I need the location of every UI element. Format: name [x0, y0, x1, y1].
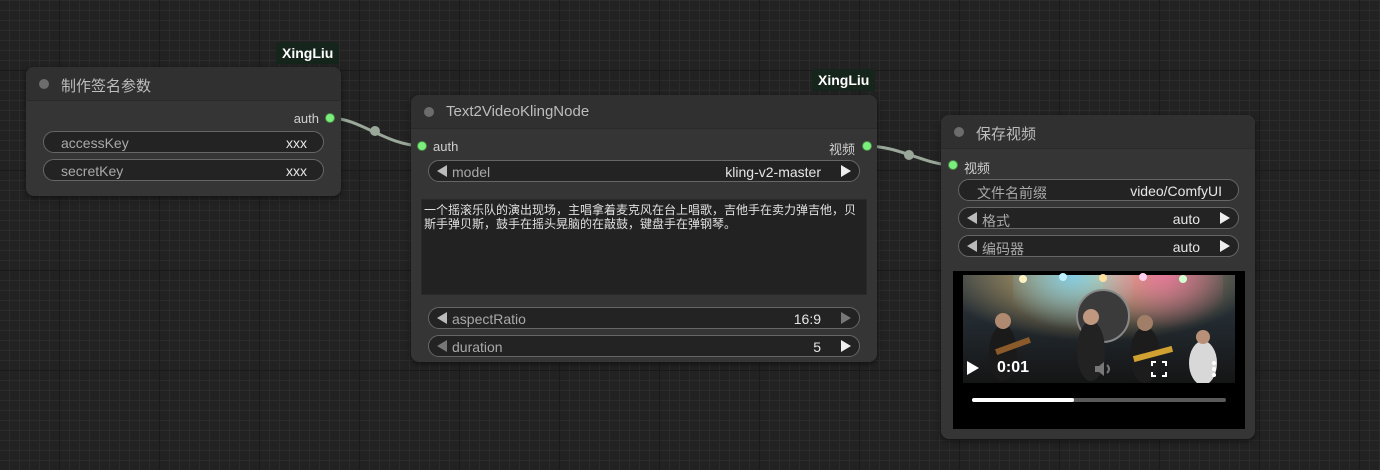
- input-auth-slot[interactable]: [418, 142, 426, 150]
- node-save-title: 保存视频: [976, 126, 1037, 143]
- accesskey-label: accessKey: [61, 135, 129, 151]
- input-auth-label: auth: [433, 139, 459, 154]
- node-sign-badge: XingLiu: [276, 42, 340, 64]
- video-frame-image: [963, 273, 1235, 429]
- arrow-left-icon[interactable]: [437, 165, 447, 177]
- node-text2video[interactable]: Text2VideoKlingNode auth 视频 model kling-…: [411, 95, 877, 362]
- fullscreen-icon[interactable]: [1151, 361, 1167, 377]
- codec-select[interactable]: 编码器 auto: [958, 235, 1239, 257]
- filename-prefix-field[interactable]: 文件名前缀 video/ComfyUI: [958, 179, 1239, 201]
- output-video-slot[interactable]: [863, 142, 871, 150]
- link-video-midpoint: [904, 150, 914, 160]
- aspectratio-label: aspectRatio: [452, 311, 526, 327]
- codec-label: 编码器: [982, 241, 1024, 257]
- arrow-right-icon[interactable]: [841, 165, 851, 177]
- output-video-label: 视频: [828, 142, 855, 157]
- video-progress-track[interactable]: [972, 398, 1226, 402]
- format-value: auto: [1172, 211, 1200, 227]
- prompt-textarea[interactable]: 一个摇滚乐队的演出现场，主唱拿着麦克风在台上唱歌，吉他手在卖力弹吉他，贝斯手弹贝…: [421, 199, 867, 295]
- secretkey-value: xxx: [286, 163, 307, 179]
- arrow-right-icon[interactable]: [1220, 240, 1230, 252]
- arrow-right-icon[interactable]: [1220, 212, 1230, 224]
- node-collapse-dot[interactable]: [954, 127, 964, 137]
- aspectratio-select[interactable]: aspectRatio 16:9: [428, 307, 860, 329]
- node-collapse-dot[interactable]: [39, 79, 49, 89]
- more-options-icon[interactable]: [1211, 360, 1217, 378]
- output-auth-slot[interactable]: [326, 114, 334, 122]
- model-value: kling-v2-master: [725, 164, 821, 180]
- node-sign-titlebar[interactable]: 制作签名参数: [26, 67, 341, 101]
- video-time: 0:01: [997, 359, 1030, 376]
- model-select[interactable]: model kling-v2-master: [428, 160, 860, 182]
- format-label: 格式: [982, 213, 1010, 229]
- duration-value: 5: [813, 339, 821, 355]
- node-save-titlebar[interactable]: 保存视频: [941, 115, 1255, 149]
- input-video-label: 视频: [964, 161, 991, 176]
- secretkey-field[interactable]: secretKey xxx: [43, 159, 324, 181]
- filename-prefix-label: 文件名前缀: [977, 185, 1047, 201]
- arrow-left-icon[interactable]: [967, 240, 977, 252]
- video-player[interactable]: 0:01: [953, 271, 1245, 429]
- format-select[interactable]: 格式 auto: [958, 207, 1239, 229]
- play-icon[interactable]: [967, 361, 979, 375]
- accesskey-field[interactable]: accessKey xxx: [43, 131, 324, 153]
- duration-label: duration: [452, 339, 503, 355]
- duration-select[interactable]: duration 5: [428, 335, 860, 357]
- link-auth-midpoint: [370, 126, 380, 136]
- video-progress-fill: [972, 398, 1074, 402]
- filename-prefix-value: video/ComfyUI: [1130, 183, 1222, 199]
- arrow-left-icon[interactable]: [967, 212, 977, 224]
- accesskey-value: xxx: [286, 135, 307, 151]
- arrow-left-icon[interactable]: [437, 340, 447, 352]
- codec-value: auto: [1172, 239, 1200, 255]
- model-label: model: [452, 164, 491, 180]
- node-t2v-title: Text2VideoKlingNode: [446, 103, 590, 120]
- node-collapse-dot[interactable]: [424, 107, 434, 117]
- input-video-slot[interactable]: [949, 161, 957, 169]
- node-t2v-titlebar[interactable]: Text2VideoKlingNode: [411, 95, 877, 129]
- arrow-right-icon[interactable]: [841, 312, 851, 324]
- aspectratio-value: 16:9: [793, 311, 821, 327]
- secretkey-label: secretKey: [61, 163, 124, 179]
- output-auth-label: auth: [293, 111, 319, 126]
- volume-icon[interactable]: [1093, 360, 1113, 378]
- node-t2v-badge: XingLiu: [812, 69, 876, 91]
- arrow-left-icon[interactable]: [437, 312, 447, 324]
- node-save-video[interactable]: 保存视频 视频 文件名前缀 video/ComfyUI 格式 auto 编码器 …: [941, 115, 1255, 439]
- node-sign-title: 制作签名参数: [61, 78, 152, 95]
- arrow-right-icon[interactable]: [841, 340, 851, 352]
- node-sign[interactable]: 制作签名参数 auth accessKey xxx secretKey xxx: [26, 67, 341, 196]
